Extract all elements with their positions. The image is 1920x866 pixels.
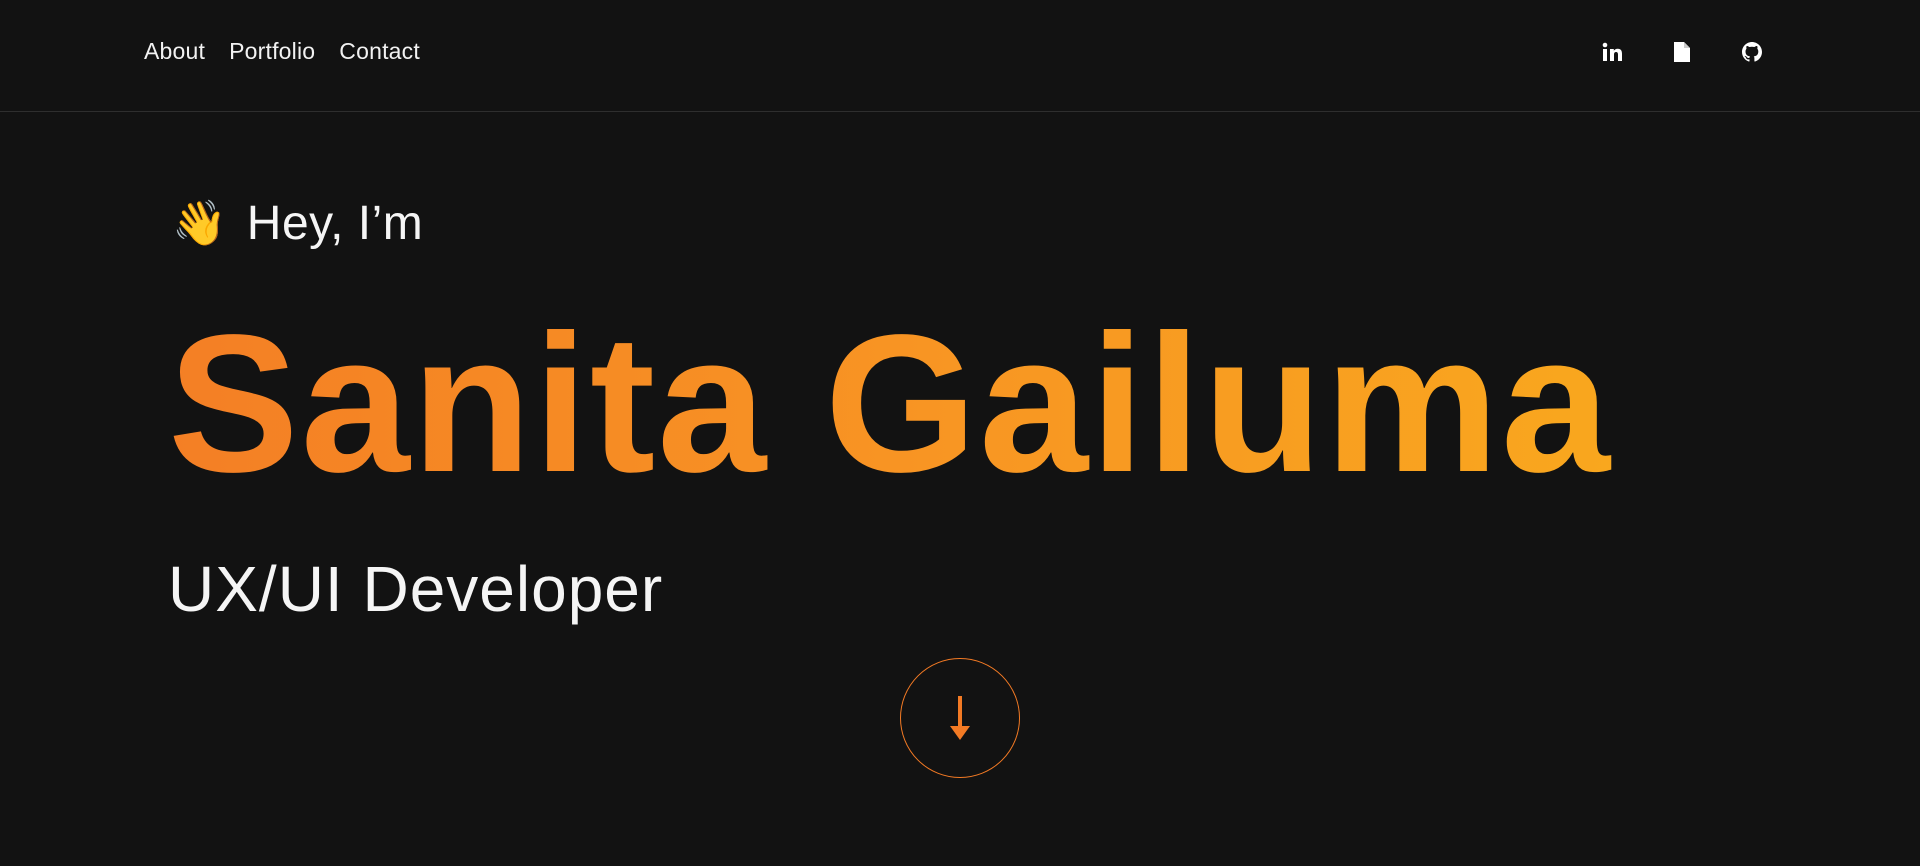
linkedin-icon[interactable]: [1600, 40, 1624, 64]
hero-role: UX/UI Developer: [168, 553, 664, 625]
social-icons: [1600, 40, 1764, 64]
nav-link-contact[interactable]: Contact: [339, 38, 420, 65]
scroll-down-button[interactable]: [900, 658, 1020, 778]
github-icon[interactable]: [1740, 40, 1764, 64]
greeting-text: Hey, I’m: [246, 197, 424, 250]
nav-link-about[interactable]: About: [144, 38, 205, 65]
hero-name: Sanita Gailuma: [168, 294, 1613, 513]
document-icon[interactable]: [1670, 40, 1694, 64]
nav-link-portfolio[interactable]: Portfolio: [229, 38, 315, 65]
waving-hand-icon: 👋: [172, 197, 227, 249]
nav-links: About Portfolio Contact: [144, 38, 420, 65]
top-navigation: About Portfolio Contact: [0, 0, 1920, 112]
arrow-down-icon: [950, 696, 970, 740]
greeting: 👋 Hey, I’m: [172, 196, 423, 251]
